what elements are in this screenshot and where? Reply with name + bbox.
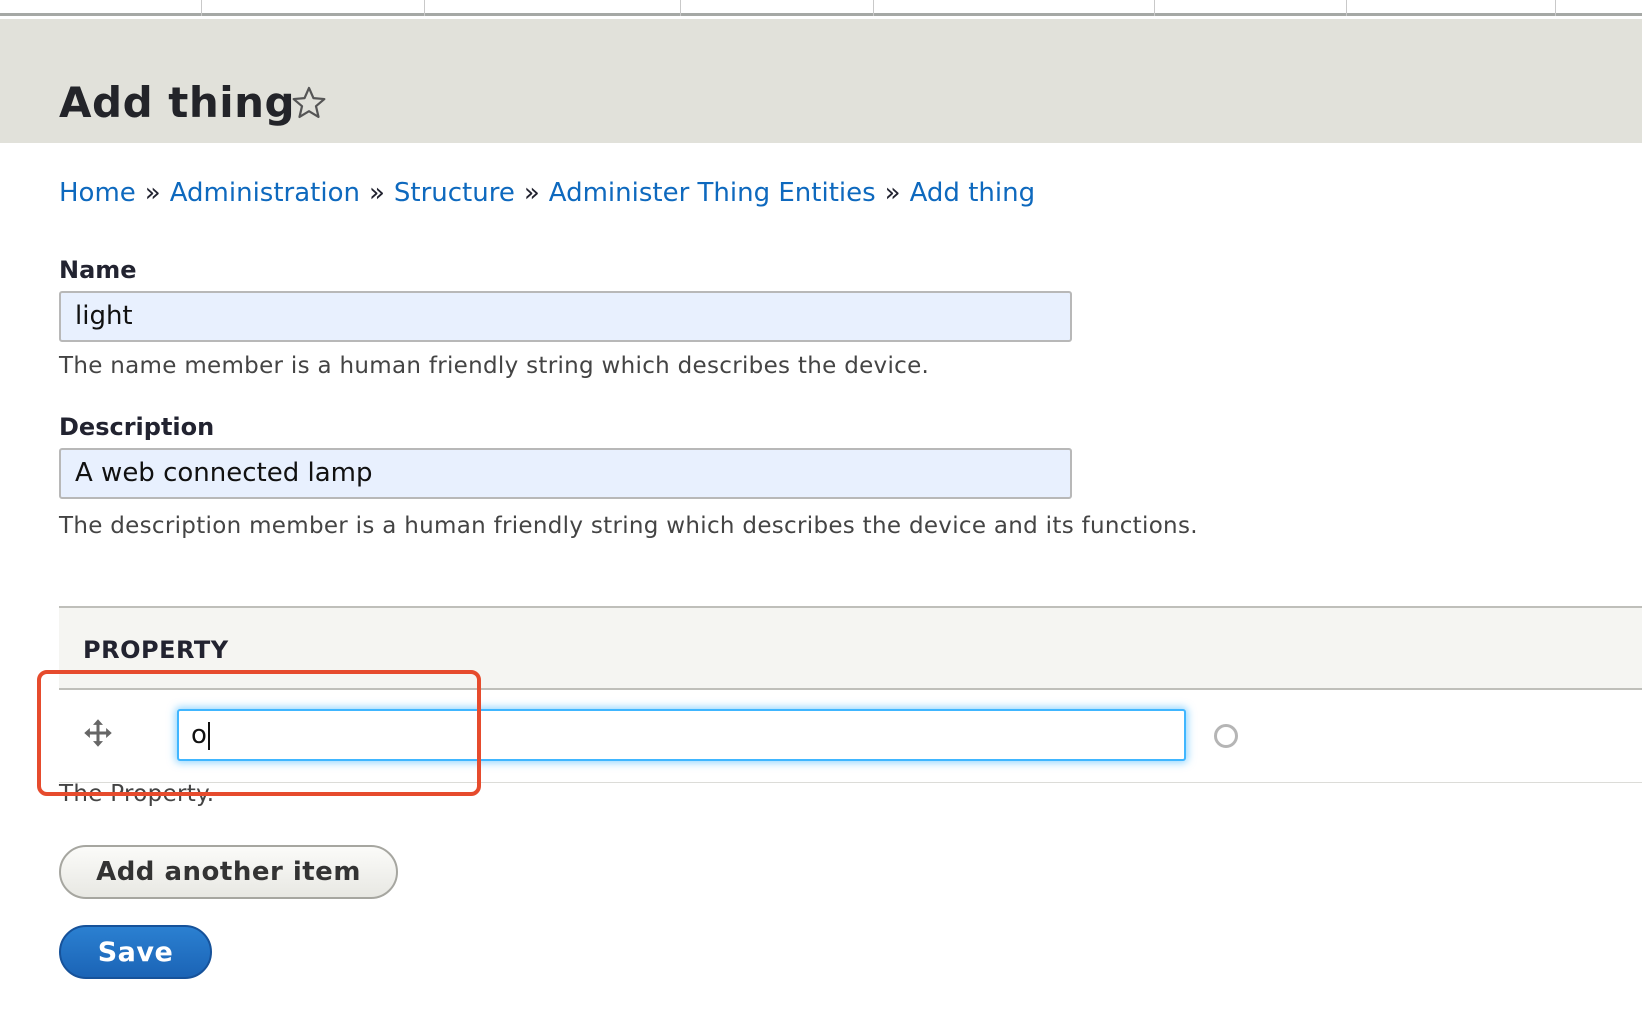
tab-divider xyxy=(873,0,874,16)
name-label: Name xyxy=(59,256,137,284)
name-description: The name member is a human friendly stri… xyxy=(59,353,930,379)
breadcrumb-link-home[interactable]: Home xyxy=(59,178,136,208)
tab-divider xyxy=(201,0,202,16)
property-table-header: PROPERTY xyxy=(59,606,1642,690)
name-input[interactable]: light xyxy=(59,291,1072,342)
breadcrumb-separator: » xyxy=(523,178,540,208)
breadcrumb-separator: » xyxy=(884,178,901,208)
tab-divider xyxy=(680,0,681,16)
move-arrows-icon[interactable] xyxy=(83,718,113,748)
toolbar-tabs-strip xyxy=(0,0,1642,16)
breadcrumb-separator: » xyxy=(368,178,385,208)
page-title: Add thing xyxy=(59,78,296,127)
description-input[interactable]: A web connected lamp xyxy=(59,448,1072,499)
description-description: The description member is a human friend… xyxy=(59,513,1198,539)
tab-divider xyxy=(1555,0,1556,16)
property-input[interactable]: o xyxy=(177,709,1186,761)
breadcrumb-separator: » xyxy=(144,178,161,208)
description-label: Description xyxy=(59,413,215,441)
breadcrumb: Home » Administration » Structure » Administer… xyxy=(59,180,1035,206)
property-header-label: PROPERTY xyxy=(83,636,229,664)
property-table: PROPERTY o xyxy=(59,606,1642,783)
table-row: o xyxy=(59,690,1642,783)
breadcrumb-link-administer-thing-entities[interactable]: Administer Thing Entities xyxy=(549,178,876,208)
star-icon[interactable] xyxy=(290,84,328,122)
breadcrumb-link-administration[interactable]: Administration xyxy=(170,178,360,208)
breadcrumb-link-structure[interactable]: Structure xyxy=(394,178,515,208)
throbber-icon xyxy=(1214,724,1238,748)
tab-divider xyxy=(424,0,425,16)
property-description: The Property. xyxy=(59,781,215,807)
breadcrumb-link-add-thing[interactable]: Add thing xyxy=(910,178,1035,208)
text-caret xyxy=(207,721,210,750)
save-button[interactable]: Save xyxy=(59,925,212,979)
tab-divider xyxy=(1154,0,1155,16)
tab-divider xyxy=(1346,0,1347,16)
add-another-item-button[interactable]: Add another item xyxy=(59,845,398,899)
property-input-value: o xyxy=(191,720,207,750)
